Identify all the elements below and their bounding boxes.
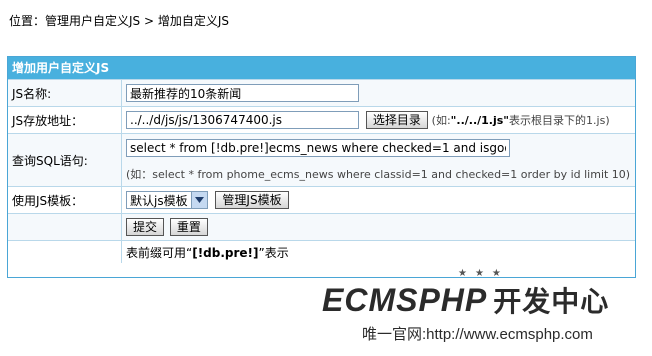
watermark-logo-text: ECMSPHP: [322, 282, 488, 318]
prefix-note: 表前缀可用“[!db.pre!]”表示: [126, 246, 289, 260]
prefix-note-pre: 表前缀可用“: [126, 245, 193, 260]
choose-directory-button[interactable]: 选择目录: [365, 111, 428, 130]
sql-input[interactable]: [126, 138, 510, 157]
prefix-note-code: [!db.pre!]: [192, 245, 259, 260]
js-name-input[interactable]: [126, 84, 359, 102]
path-hint-post: 表示根目录下的1.js): [509, 113, 610, 127]
submit-button[interactable]: 提交: [126, 218, 165, 236]
add-js-panel: 增加用户自定义JS JS名称: JS存放地址： 选择目录 (如:"../../1…: [7, 56, 636, 278]
row-actions: 提交 重置: [8, 213, 635, 241]
add-js-form: JS名称: JS存放地址： 选择目录 (如:"../../1.js"表示根目录下…: [8, 79, 635, 263]
breadcrumb: 位置：管理用户自定义JS > 增加自定义JS: [9, 12, 229, 29]
row-js-path: JS存放地址： 选择目录 (如:"../../1.js"表示根目录下的1.js): [8, 106, 635, 134]
js-path-label: JS存放地址：: [8, 106, 122, 134]
watermark-logo-cn: 开发中心: [493, 286, 610, 317]
template-label: 使用JS模板：: [8, 186, 122, 214]
star-icons: ★★★: [458, 268, 509, 279]
prefix-note-post: ”表示: [258, 245, 289, 260]
js-path-hint: (如:"../../1.js"表示根目录下的1.js): [432, 114, 610, 127]
row-js-name: JS名称:: [8, 79, 635, 107]
breadcrumb-prefix: 位置：: [9, 14, 46, 28]
path-hint-pre: (如:: [431, 113, 451, 127]
breadcrumb-link-manage-js[interactable]: 管理用户自定义JS: [45, 14, 140, 28]
panel-title: 增加用户自定义JS: [8, 57, 635, 79]
row-sql: 查询SQL语句: (如：select * from phome_ecms_new…: [8, 133, 635, 187]
watermark-logo: ECMSPHP 开发中心: [322, 280, 609, 320]
js-name-label: JS名称:: [8, 79, 122, 107]
sql-label: 查询SQL语句:: [8, 133, 122, 187]
template-selected-value: 默认js模板: [130, 193, 188, 208]
row-template: 使用JS模板： 默认js模板 管理JS模板: [8, 186, 635, 214]
template-select[interactable]: 默认js模板: [126, 191, 208, 209]
manage-template-button[interactable]: 管理JS模板: [215, 191, 289, 209]
js-path-input[interactable]: [126, 110, 359, 129]
breadcrumb-current[interactable]: 增加自定义JS: [158, 14, 229, 28]
breadcrumb-separator: >: [140, 14, 158, 28]
reset-button[interactable]: 重置: [169, 218, 208, 236]
chevron-down-icon[interactable]: [190, 192, 207, 208]
path-hint-code: "../../1.js": [450, 113, 510, 127]
sql-hint: (如：select * from phome_ecms_news where c…: [126, 167, 631, 181]
watermark-url: 唯一官网:http://www.ecmsphp.com: [362, 326, 593, 343]
row-note: 表前缀可用“[!db.pre!]”表示: [8, 240, 635, 263]
site-watermark: ★★★ ECMSPHP 开发中心 唯一官网:http://www.ecmsphp.…: [322, 268, 644, 352]
